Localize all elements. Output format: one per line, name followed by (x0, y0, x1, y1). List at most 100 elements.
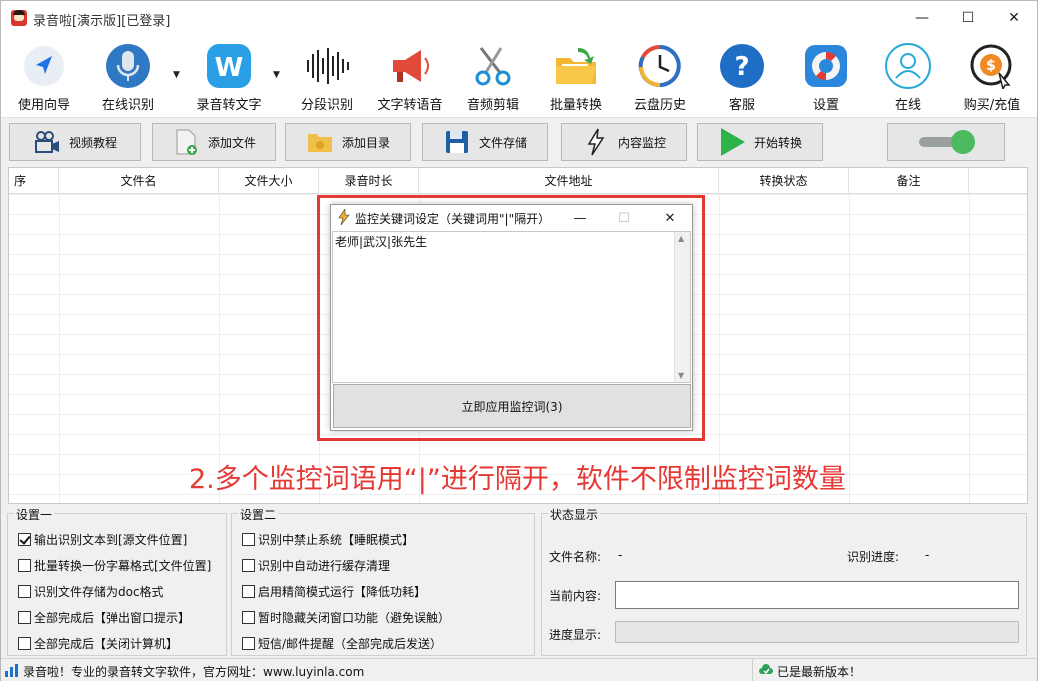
option-lite-mode[interactable]: 启用精简模式运行【降低功耗】 (242, 583, 426, 600)
tool-label: 设置 (812, 98, 839, 113)
option-label: 输出识别文本到[源文件位置] (34, 533, 188, 547)
checkbox[interactable] (18, 533, 31, 546)
tool-buy-recharge[interactable]: $ 购买/充值 (955, 34, 1029, 118)
tool-label: 在线识别 (101, 98, 154, 113)
option-label: 识别中自动进行缓存清理 (258, 559, 391, 573)
dialog-minimize-button[interactable]: — (558, 205, 602, 231)
option-label: 批量转换一份字幕格式[文件位置] (34, 559, 212, 573)
option-no-sleep[interactable]: 识别中禁止系统【睡眠模式】 (242, 531, 414, 548)
tool-label: 录音转文字 (196, 98, 262, 113)
main-toolbar: 使用向导 在线识别 ▼ W 录音转文字 ▼ 分段识别 文字转语音 音频剪辑 批量… (1, 34, 1037, 118)
option-output-to-source[interactable]: 输出识别文本到[源文件位置] (18, 531, 187, 548)
divider (849, 194, 850, 503)
file-storage-button[interactable]: 文件存储 (422, 123, 548, 161)
tool-customer-service[interactable]: ? 客服 (707, 34, 777, 118)
app-logo-icon (11, 10, 27, 26)
checkbox[interactable] (242, 585, 255, 598)
video-camera-icon (33, 128, 61, 156)
mode-toggle-frame (887, 123, 1005, 161)
keyword-monitor-dialog: 监控关键词设定（关键词用"|"隔开） — ☐ ✕ 老师|武汉|张先生 ▲ ▼ 立… (330, 204, 693, 431)
scroll-up-icon[interactable]: ▲ (678, 234, 684, 243)
keywords-value: 老师|武汉|张先生 (335, 235, 428, 249)
tool-segment-recognize[interactable]: 分段识别 (293, 34, 361, 118)
maximize-button[interactable]: ☐ (945, 1, 991, 34)
col-filename[interactable]: 文件名 (59, 168, 219, 194)
tool-audio-to-text[interactable]: W 录音转文字 (189, 34, 269, 118)
option-save-doc[interactable]: 识别文件存储为doc格式 (18, 583, 164, 600)
group-title: 状态显示 (548, 506, 601, 523)
tool-text-to-speech[interactable]: 文字转语音 (371, 34, 449, 118)
dialog-maximize-button: ☐ (618, 210, 630, 226)
option-sms-email[interactable]: 短信/邮件提醒（全部完成后发送） (242, 635, 442, 652)
checkbox[interactable] (18, 585, 31, 598)
toggle-switch[interactable] (917, 130, 975, 154)
option-label: 短信/邮件提醒（全部完成后发送） (258, 637, 443, 651)
checkbox[interactable] (242, 559, 255, 572)
option-label: 识别中禁止系统【睡眠模式】 (258, 533, 415, 547)
current-content-field[interactable] (615, 581, 1019, 609)
tool-audio-edit[interactable]: 音频剪辑 (459, 34, 527, 118)
file-name-value: - (618, 548, 623, 562)
tool-label: 音频剪辑 (466, 98, 519, 113)
col-filesize[interactable]: 文件大小 (219, 168, 319, 194)
microphone-icon (104, 42, 152, 90)
divider (59, 194, 60, 503)
recognize-progress-label: 识别进度: (847, 550, 900, 564)
checkbox[interactable] (242, 637, 255, 650)
apply-keywords-button[interactable]: 立即应用监控词(3) (333, 384, 691, 428)
checkbox[interactable] (18, 637, 31, 650)
megaphone-icon (386, 42, 434, 90)
option-hide-close[interactable]: 暂时隐藏关闭窗口功能（避免误触） (242, 609, 450, 626)
tool-label: 客服 (728, 98, 755, 113)
settings-group-1: 设置一 输出识别文本到[源文件位置] 批量转换一份字幕格式[文件位置] 识别文件… (7, 506, 227, 656)
button-label: 文件存储 (478, 135, 527, 150)
compass-arrow-icon (20, 42, 68, 90)
question-icon: ? (718, 42, 766, 90)
minimize-button[interactable]: — (899, 1, 945, 34)
chevron-down-icon[interactable]: ▼ (173, 70, 180, 80)
play-icon (718, 128, 746, 156)
progress-bar (615, 621, 1019, 643)
content-monitor-button[interactable]: 内容监控 (561, 123, 687, 161)
folder-icon (306, 128, 334, 156)
option-label: 暂时隐藏关闭窗口功能（避免误触） (258, 611, 451, 625)
tool-guide[interactable]: 使用向导 (9, 34, 79, 118)
col-remark[interactable]: 备注 (849, 168, 969, 194)
video-tutorial-button[interactable]: 视频教程 (9, 123, 141, 161)
add-directory-button[interactable]: 添加目录 (285, 123, 411, 161)
w-logo-icon: W (205, 42, 253, 90)
group-title: 设置一 (14, 506, 55, 523)
tool-settings[interactable]: 设置 (791, 34, 861, 118)
dollar-coin-icon: $ (968, 42, 1016, 90)
start-convert-button[interactable]: 开始转换 (697, 123, 823, 161)
progress-bar-label: 进度显示: (549, 628, 602, 642)
dialog-scrollbar[interactable]: ▲ ▼ (674, 232, 690, 382)
option-shutdown[interactable]: 全部完成后【关闭计算机】 (18, 635, 178, 652)
dialog-title: 监控关键词设定（关键词用"|"隔开） (355, 212, 551, 226)
option-label: 全部完成后【关闭计算机】 (34, 637, 179, 651)
option-subtitle-copy[interactable]: 批量转换一份字幕格式[文件位置] (18, 557, 211, 574)
checkbox[interactable] (242, 611, 255, 624)
add-file-button[interactable]: 添加文件 (152, 123, 276, 161)
keywords-textarea[interactable]: 老师|武汉|张先生 ▲ ▼ (332, 231, 691, 383)
soundwave-icon (303, 42, 351, 90)
col-duration[interactable]: 录音时长 (319, 168, 419, 194)
col-status[interactable]: 转换状态 (719, 168, 849, 194)
col-index[interactable]: 序 (9, 168, 59, 194)
tool-online-recognize[interactable]: 在线识别 (93, 34, 163, 118)
tool-online[interactable]: 在线 (873, 34, 943, 118)
scroll-down-icon[interactable]: ▼ (678, 371, 684, 380)
dialog-close-button[interactable]: ✕ (648, 205, 692, 231)
option-popup-notify[interactable]: 全部完成后【弹出窗口提示】 (18, 609, 190, 626)
option-cache-clean[interactable]: 识别中自动进行缓存清理 (242, 557, 390, 574)
tool-batch-convert[interactable]: 批量转换 (541, 34, 611, 118)
history-clock-icon (636, 42, 684, 90)
checkbox[interactable] (18, 559, 31, 572)
checkbox[interactable] (242, 533, 255, 546)
settings-group-2: 设置二 识别中禁止系统【睡眠模式】 识别中自动进行缓存清理 启用精简模式运行【降… (231, 506, 535, 656)
close-button[interactable]: ✕ (991, 1, 1037, 34)
chevron-down-icon[interactable]: ▼ (273, 70, 280, 80)
col-path[interactable]: 文件地址 (419, 168, 719, 194)
tool-cloud-history[interactable]: 云盘历史 (625, 34, 695, 118)
checkbox[interactable] (18, 611, 31, 624)
